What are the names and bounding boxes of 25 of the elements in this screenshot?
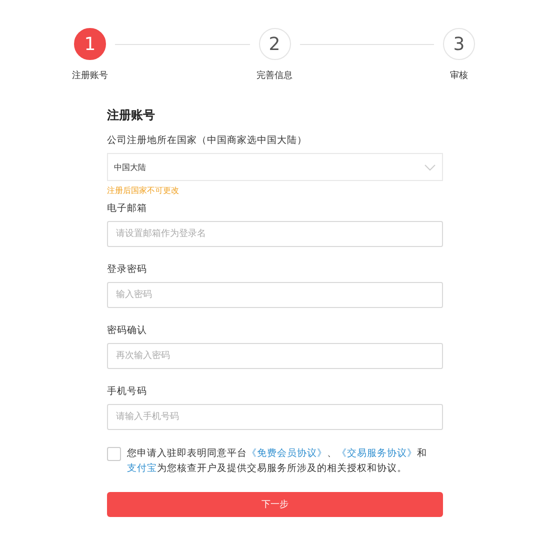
- input-field[interactable]: 再次输入密码: [107, 343, 443, 369]
- step-label: 注册账号: [72, 70, 108, 82]
- step-circle: 2: [258, 28, 290, 60]
- field-label: 手机号码: [107, 385, 148, 398]
- chevron-down-icon: [424, 164, 436, 170]
- checkbox[interactable]: [107, 447, 121, 461]
- step-circle: 1: [74, 28, 106, 60]
- input-field[interactable]: 请设置邮箱作为登录名: [107, 221, 443, 247]
- field-label: 公司注册地所在国家（中国商家选中国大陆）: [107, 134, 308, 147]
- input-field[interactable]: 请输入手机号码: [107, 404, 443, 430]
- step-label: 完善信息: [256, 69, 292, 82]
- hint-text: 注册后国家不可更改: [107, 185, 180, 196]
- step-label: 审核: [450, 70, 468, 82]
- form-title: 注册账号: [107, 107, 156, 124]
- input-field[interactable]: 输入密码: [107, 282, 443, 308]
- agreement-text: 您申请入驻即表明同意平台《免费会员协议》、《交易服务协议》和 支付宝为您核查开户及提供交易服务所涉及的相关授权和协议。: [127, 447, 428, 476]
- next-button[interactable]: 下一步: [107, 492, 443, 517]
- field-label: 电子邮箱: [107, 202, 148, 215]
- agreement-link[interactable]: 《交易服务协议》: [337, 448, 417, 459]
- field-label: 登录密码: [107, 263, 148, 276]
- agreement-link[interactable]: 《免费会员协议》: [247, 448, 327, 459]
- field-label: 密码确认: [107, 324, 148, 337]
- country-select[interactable]: 中国大陆: [107, 153, 443, 181]
- agreement-link[interactable]: 支付宝: [127, 463, 157, 474]
- step-circle: 3: [443, 28, 475, 60]
